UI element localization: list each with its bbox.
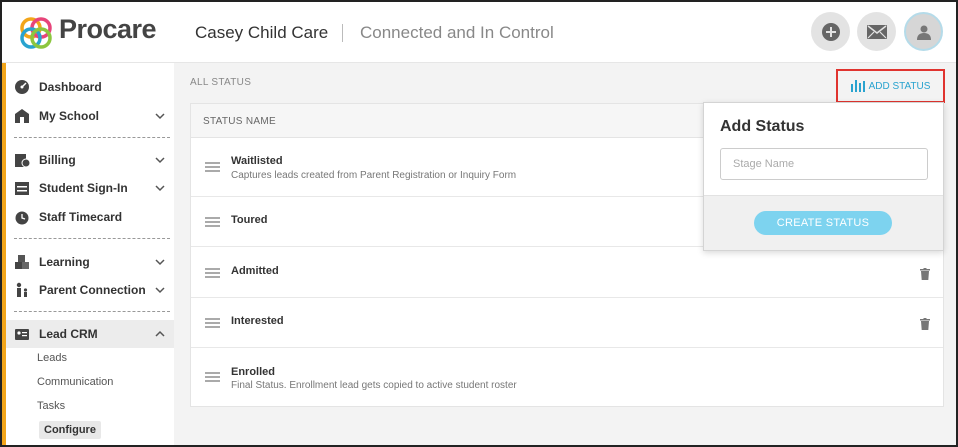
drag-handle-icon[interactable]: [205, 268, 220, 278]
add-status-popover: Add Status CREATE STATUS: [703, 102, 944, 251]
procare-logo-icon[interactable]: [16, 13, 56, 53]
chevron-down-icon[interactable]: [154, 182, 166, 194]
create-status-button[interactable]: CREATE STATUS: [754, 211, 892, 235]
user-icon: [916, 25, 931, 40]
learning-icon: [15, 255, 29, 269]
sidebar-subitem-configure[interactable]: Configure: [39, 421, 101, 439]
sidebar-item-parent-connection[interactable]: Parent Connection: [6, 276, 174, 304]
organization-name: Casey Child Care: [195, 23, 329, 42]
status-name: Interested: [231, 315, 284, 327]
mail-icon: [866, 24, 887, 39]
chevron-up-icon[interactable]: [154, 328, 166, 340]
sidebar-divider: [14, 238, 170, 239]
table-row[interactable]: Admitted: [191, 247, 943, 298]
dashboard-icon: [15, 80, 29, 94]
section-title: ALL STATUS: [190, 77, 252, 88]
timecard-icon: [15, 211, 29, 225]
chevron-down-icon[interactable]: [154, 154, 166, 166]
sidebar-divider: [14, 311, 170, 312]
popover-title: Add Status: [720, 118, 805, 135]
sidebar-item-label: Dashboard: [39, 80, 102, 94]
chevron-down-icon[interactable]: [154, 110, 166, 122]
stage-name-input[interactable]: [720, 148, 928, 180]
app-window: Procare Casey Child Care Connected and I…: [0, 0, 958, 447]
plus-icon: [821, 22, 840, 41]
tagline: Connected and In Control: [360, 23, 554, 42]
drag-handle-icon[interactable]: [205, 372, 220, 382]
sidebar-subitem-tasks[interactable]: Tasks: [37, 400, 65, 412]
sidebar: Dashboard My School Billing Student Sign…: [2, 63, 174, 445]
status-description: Captures leads created from Parent Regis…: [231, 170, 517, 181]
header-separator: [342, 24, 343, 42]
sidebar-subitem-communication[interactable]: Communication: [37, 376, 113, 388]
add-status-label: ADD STATUS: [868, 80, 931, 92]
sidebar-item-label: Billing: [39, 153, 76, 167]
add-button[interactable]: [811, 12, 850, 51]
status-name: Admitted: [231, 265, 279, 277]
trash-icon[interactable]: [920, 268, 930, 280]
drag-handle-icon[interactable]: [205, 162, 220, 172]
sidebar-subitem-leads[interactable]: Leads: [37, 352, 67, 364]
sidebar-item-label: Parent Connection: [39, 283, 146, 297]
billing-icon: [15, 154, 30, 168]
sidebar-item-label: My School: [39, 109, 100, 123]
parent-icon: [16, 282, 28, 297]
status-description: Final Status. Enrollment lead gets copie…: [231, 380, 517, 391]
sidebar-item-staff-timecard[interactable]: Staff Timecard: [6, 203, 174, 231]
status-name: Waitlisted: [231, 155, 283, 167]
messages-button[interactable]: [857, 12, 896, 51]
sidebar-item-label: Student Sign-In: [39, 181, 128, 195]
sidebar-item-lead-crm[interactable]: Lead CRM: [6, 320, 174, 348]
school-icon: [15, 109, 29, 123]
chevron-down-icon[interactable]: [154, 284, 166, 296]
chevron-down-icon[interactable]: [154, 256, 166, 268]
drag-handle-icon[interactable]: [205, 318, 220, 328]
add-status-button[interactable]: ADD STATUS: [836, 69, 945, 103]
sidebar-item-my-school[interactable]: My School: [6, 102, 174, 130]
bar-chart-icon: [850, 80, 865, 92]
column-header-status-name: STATUS NAME: [203, 116, 276, 127]
sidebar-divider: [14, 137, 170, 138]
table-row[interactable]: Interested: [191, 298, 943, 348]
sidebar-item-label: Learning: [39, 255, 90, 269]
sidebar-item-label: Staff Timecard: [39, 210, 123, 224]
sidebar-item-billing[interactable]: Billing: [6, 146, 174, 174]
sidebar-item-dashboard[interactable]: Dashboard: [6, 73, 174, 101]
sidebar-item-label: Lead CRM: [39, 327, 98, 341]
main-content: ALL STATUS ADD STATUS STATUS NAME Waitli…: [174, 63, 956, 445]
sign-in-icon: [15, 182, 29, 195]
status-name: Toured: [231, 214, 268, 226]
sidebar-item-learning[interactable]: Learning: [6, 248, 174, 276]
status-name: Enrolled: [231, 366, 276, 378]
popover-footer: CREATE STATUS: [704, 195, 943, 250]
sidebar-item-student-sign-in[interactable]: Student Sign-In: [6, 174, 174, 202]
drag-handle-icon[interactable]: [205, 217, 220, 227]
user-menu-button[interactable]: [904, 12, 943, 51]
table-row[interactable]: Enrolled Final Status. Enrollment lead g…: [191, 348, 943, 407]
brand-name[interactable]: Procare: [59, 14, 157, 45]
top-header: Procare Casey Child Care Connected and I…: [2, 2, 956, 63]
crm-icon: [15, 329, 29, 340]
trash-icon[interactable]: [920, 318, 930, 330]
